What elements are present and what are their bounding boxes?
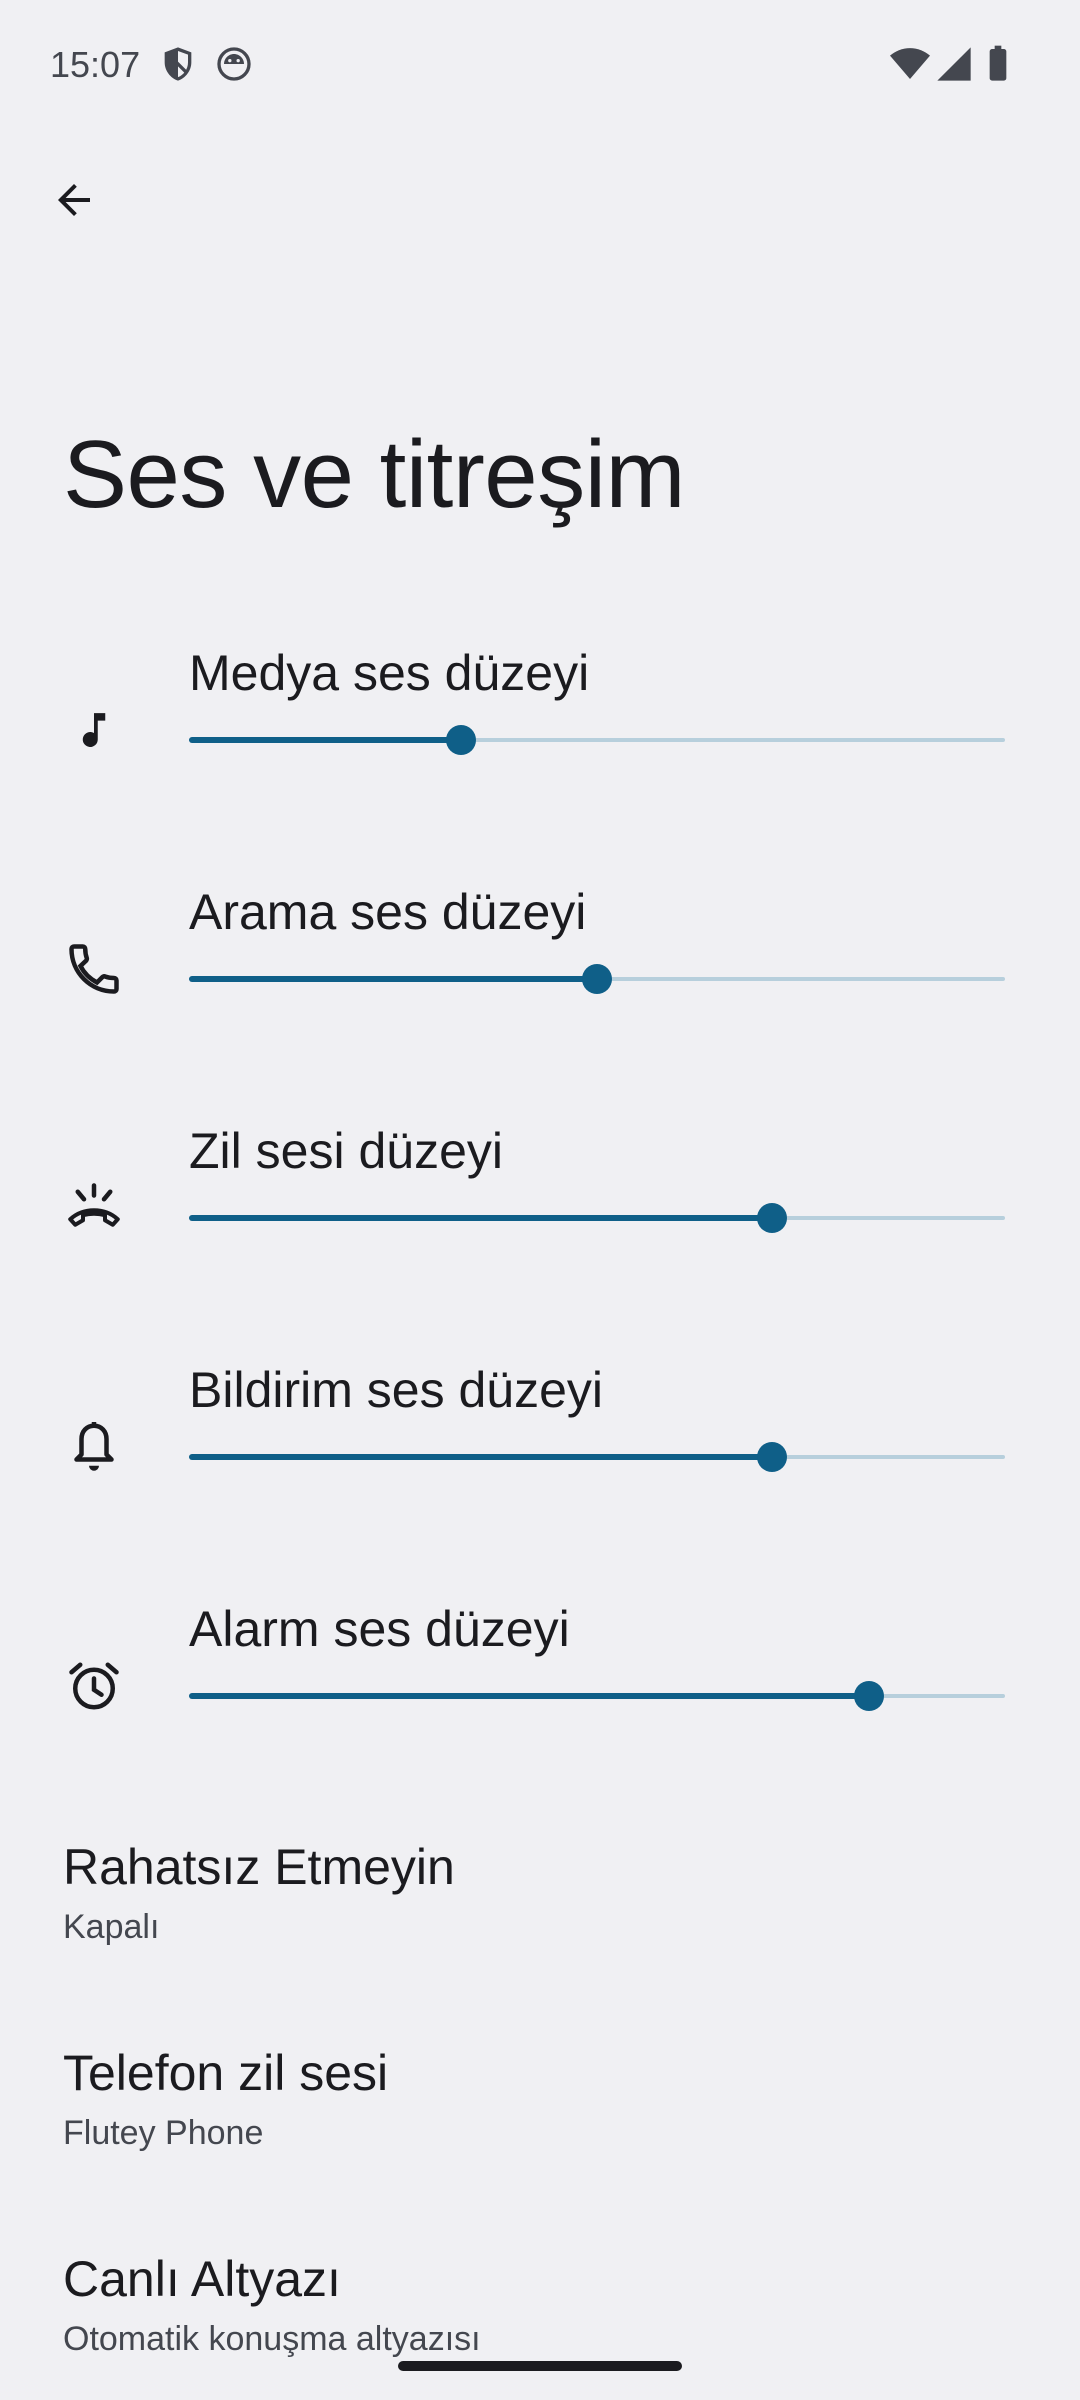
cellular-signal-icon	[934, 44, 974, 84]
notification-volume-row: Bildirim ses düzeyi	[0, 1361, 1080, 1581]
live-caption-item[interactable]: Canlı Altyazı Otomatik konuşma altyazısı	[0, 2250, 1080, 2400]
setting-title: Rahatsız Etmeyin	[63, 1839, 455, 1895]
call-volume-label: Arama ses düzeyi	[189, 884, 587, 940]
slider-thumb[interactable]	[756, 1442, 787, 1472]
status-time: 15:07	[50, 44, 141, 85]
slider-thumb[interactable]	[582, 964, 612, 994]
wifi-icon	[890, 44, 930, 84]
slider-thumb[interactable]	[445, 725, 476, 755]
setting-title: Telefon zil sesi	[63, 2045, 389, 2101]
media-volume-row: Medya ses düzeyi	[0, 644, 1080, 864]
sound-vibration-screen: 15:07 Ses ve titreşim Medya ses düzeyi A…	[0, 0, 1080, 2400]
slider-fill	[189, 1454, 772, 1460]
alarm-volume-label: Alarm ses düzeyi	[189, 1601, 570, 1657]
setting-title: Canlı Altyazı	[63, 2251, 341, 2307]
status-bar: 15:07	[0, 0, 1080, 130]
setting-summary: Otomatik konuşma altyazısı	[63, 2320, 481, 2358]
slider-thumb[interactable]	[756, 1203, 787, 1233]
phone-ringtone-item[interactable]: Telefon zil sesi Flutey Phone	[0, 2044, 1080, 2224]
battery-icon	[978, 44, 1018, 84]
android-head-icon	[214, 44, 254, 84]
do-not-disturb-item[interactable]: Rahatsız Etmeyin Kapalı	[0, 1838, 1080, 2018]
navigation-handle[interactable]	[398, 2361, 682, 2371]
music-note-icon	[58, 694, 130, 766]
alarm-volume-slider[interactable]	[189, 1672, 1005, 1720]
call-volume-row: Arama ses düzeyi	[0, 883, 1080, 1103]
page-title: Ses ve titreşim	[63, 421, 685, 528]
media-volume-label: Medya ses düzeyi	[189, 645, 590, 701]
slider-fill	[189, 1215, 772, 1221]
back-button[interactable]	[36, 162, 112, 238]
phone-icon	[58, 933, 130, 1005]
slider-thumb[interactable]	[853, 1681, 884, 1711]
alarm-clock-icon	[58, 1650, 130, 1722]
setting-summary: Flutey Phone	[63, 2114, 264, 2152]
alarm-volume-row: Alarm ses düzeyi	[0, 1600, 1080, 1820]
ring-volume-label: Zil sesi düzeyi	[189, 1123, 503, 1179]
ring-volume-row: Zil sesi düzeyi	[0, 1122, 1080, 1342]
setting-summary: Kapalı	[63, 1908, 160, 1946]
bell-icon	[58, 1411, 130, 1483]
slider-fill	[189, 976, 597, 982]
call-volume-slider[interactable]	[189, 955, 1005, 1003]
shield-icon	[158, 44, 198, 84]
ring-volume-slider[interactable]	[189, 1194, 1005, 1242]
ringing-phone-icon	[58, 1172, 130, 1244]
notification-volume-slider[interactable]	[189, 1433, 1005, 1481]
arrow-back-icon	[58, 184, 90, 216]
notification-volume-label: Bildirim ses düzeyi	[189, 1362, 604, 1418]
slider-fill	[189, 1693, 869, 1699]
media-volume-slider[interactable]	[189, 716, 1005, 764]
slider-fill	[189, 737, 461, 743]
